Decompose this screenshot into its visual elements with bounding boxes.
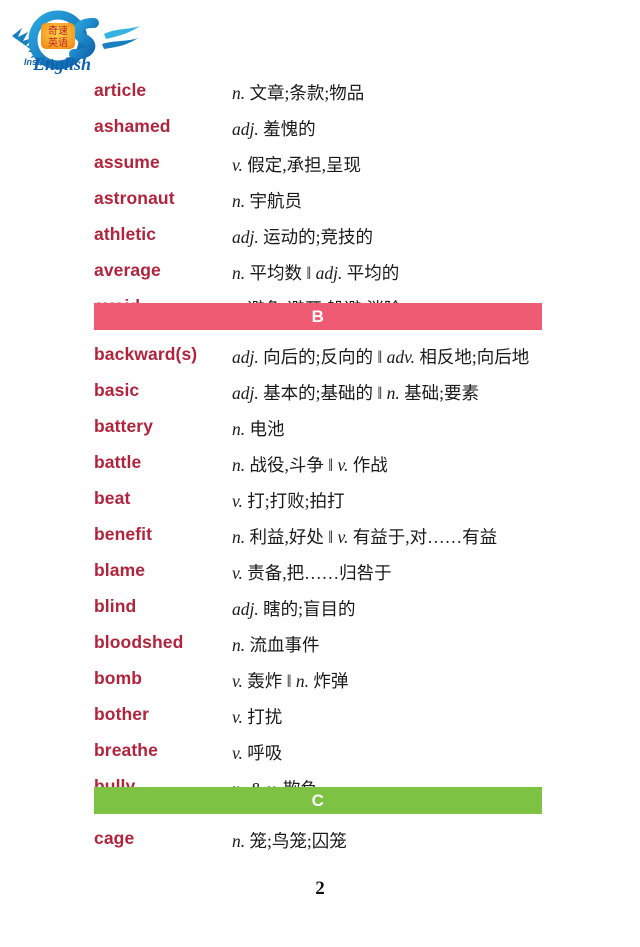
word-term: athletic — [94, 224, 157, 244]
word-term: ashamed — [94, 116, 171, 136]
word-entry[interactable]: battery n. 电池 — [94, 414, 544, 444]
word-entry[interactable]: backward(s) adj. 向后的;反向的 ‖ adv. 相反地;向后地 — [94, 342, 544, 372]
word-entry[interactable]: bloodshed n. 流血事件 — [94, 630, 544, 660]
word-term: assume — [94, 152, 160, 172]
word-term: battery — [94, 416, 154, 436]
word-term: blame — [94, 560, 146, 580]
page-number: 2 — [315, 878, 325, 899]
word-entry[interactable]: benefit n. 利益,好处 ‖ v. 有益于,对……有益 — [94, 522, 544, 552]
word-definition: n. 电池 — [232, 419, 285, 439]
word-definition: n. 宇航员 — [232, 191, 302, 211]
word-term: astronaut — [94, 188, 175, 208]
word-entry[interactable]: astronaut n. 宇航员 — [94, 186, 544, 216]
logo-english-text: English — [32, 54, 91, 74]
word-entry[interactable]: bomb v. 轰炸 ‖ n. 炸弹 — [94, 666, 544, 696]
word-term: beat — [94, 488, 131, 508]
word-entry[interactable]: ashamed adj. 羞愧的 — [94, 114, 544, 144]
word-definition: n. 战役,斗争 ‖ v. 作战 — [232, 455, 388, 475]
word-entry[interactable]: athletic adj. 运动的;竞技的 — [94, 222, 544, 252]
word-term: blind — [94, 596, 137, 616]
word-term: battle — [94, 452, 142, 472]
word-entry[interactable]: basic adj. 基本的;基础的 ‖ n. 基础;要素 — [94, 378, 544, 408]
section-header-c: C — [94, 787, 542, 814]
word-definition: n. 流血事件 — [232, 635, 320, 655]
word-definition: adj. 基本的;基础的 ‖ n. 基础;要素 — [232, 383, 480, 403]
logo-letter-s — [69, 18, 99, 60]
word-definition: adj. 羞愧的 — [232, 119, 316, 139]
word-term: breathe — [94, 740, 158, 760]
logo-streak-1 — [104, 26, 140, 39]
word-definition: adj. 向后的;反向的 ‖ adv. 相反地;向后地 — [232, 347, 530, 367]
word-definition: n. 文章;条款;物品 — [232, 83, 365, 103]
word-term: article — [94, 80, 147, 100]
word-term: bother — [94, 704, 150, 724]
word-definition: v. 呼吸 — [232, 743, 283, 763]
word-term: bomb — [94, 668, 143, 688]
logo-streak-2 — [102, 38, 138, 49]
word-definition: v. 责备,把……归咎于 — [232, 563, 392, 583]
word-definition: adj. 瞎的;盲目的 — [232, 599, 356, 619]
word-list-section-a: article n. 文章;条款;物品 ashamed adj. 羞愧的 ass… — [94, 78, 544, 330]
word-entry[interactable]: bother v. 打扰 — [94, 702, 544, 732]
word-definition: v. 打扰 — [232, 707, 283, 727]
word-entry[interactable]: assume v. 假定,承担,呈现 — [94, 150, 544, 180]
brand-logo: 奇速 英语 Instant English — [8, 6, 148, 78]
word-entry[interactable]: breathe v. 呼吸 — [94, 738, 544, 768]
word-list-section-c: cage n. 笼;鸟笼;囚笼 — [94, 826, 544, 862]
word-entry[interactable]: average n. 平均数 ‖ adj. 平均的 — [94, 258, 544, 288]
word-definition: n. 平均数 ‖ adj. 平均的 — [232, 263, 400, 283]
word-definition: n. 笼;鸟笼;囚笼 — [232, 831, 347, 851]
word-definition: v. 打;打败;拍打 — [232, 491, 345, 511]
word-definition: v. 轰炸 ‖ n. 炸弹 — [232, 671, 349, 691]
word-term: cage — [94, 828, 135, 848]
word-list-section-b: backward(s) adj. 向后的;反向的 ‖ adv. 相反地;向后地 … — [94, 342, 544, 810]
word-entry[interactable]: battle n. 战役,斗争 ‖ v. 作战 — [94, 450, 544, 480]
word-term: average — [94, 260, 161, 280]
logo-graphic: 奇速 英语 Instant English — [12, 10, 140, 74]
word-term: backward(s) — [94, 344, 198, 364]
word-entry[interactable]: beat v. 打;打败;拍打 — [94, 486, 544, 516]
word-term: basic — [94, 380, 140, 400]
logo-badge-text-line2: 英语 — [48, 36, 68, 49]
word-entry[interactable]: blind adj. 瞎的;盲目的 — [94, 594, 544, 624]
logo-badge-text-line1: 奇速 — [48, 24, 68, 37]
word-entry[interactable]: blame v. 责备,把……归咎于 — [94, 558, 544, 588]
section-header-b: B — [94, 303, 542, 330]
word-definition: v. 假定,承担,呈现 — [232, 155, 361, 175]
word-definition: n. 利益,好处 ‖ v. 有益于,对……有益 — [232, 527, 498, 547]
word-entry[interactable]: article n. 文章;条款;物品 — [94, 78, 544, 108]
word-term: benefit — [94, 524, 153, 544]
word-term: bloodshed — [94, 632, 184, 652]
word-definition: adj. 运动的;竞技的 — [232, 227, 373, 247]
word-entry[interactable]: cage n. 笼;鸟笼;囚笼 — [94, 826, 544, 856]
vocabulary-page: 奇速 英语 Instant English article n. 文章;条款;物… — [0, 0, 640, 947]
